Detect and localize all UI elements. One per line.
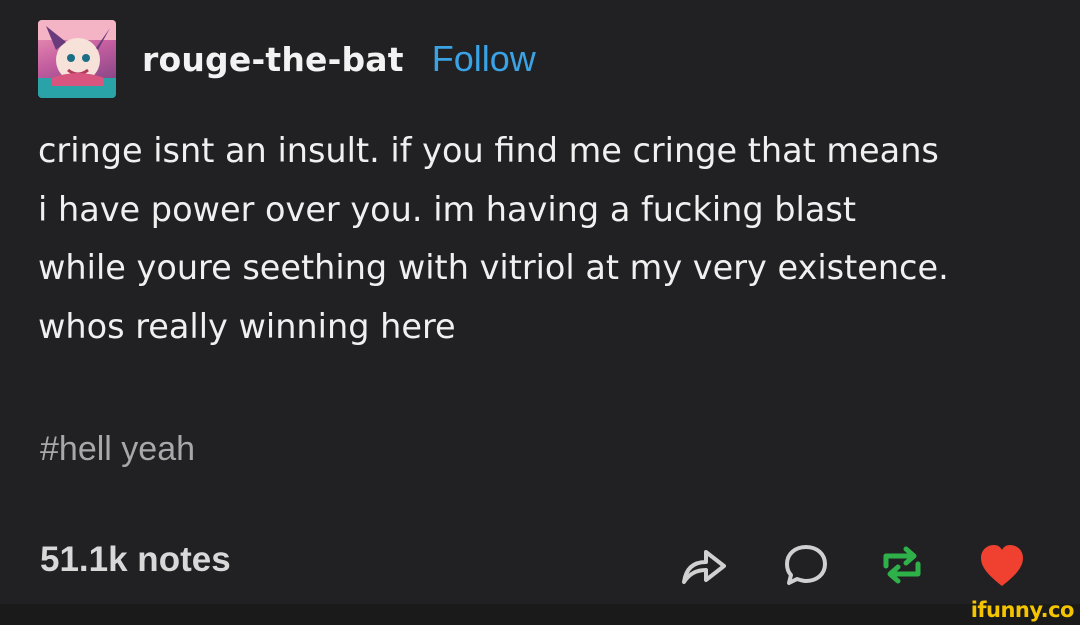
- body-line: while youre seething with vitriol at my …: [38, 248, 949, 287]
- like-heart-icon: [981, 545, 1023, 586]
- reply-button[interactable]: [780, 540, 832, 590]
- watermark-logo: ifunny.co: [970, 598, 1075, 622]
- bottom-bar: [0, 604, 1080, 625]
- avatar[interactable]: [38, 20, 116, 98]
- body-line: cringe isnt an insult. if you find me cr…: [38, 131, 939, 170]
- post-tag[interactable]: #hell yeah: [40, 430, 195, 469]
- notes-count[interactable]: 51.1k notes: [40, 540, 231, 580]
- share-button[interactable]: [678, 540, 730, 590]
- post-body: cringe isnt an insult. if you find me cr…: [38, 122, 1058, 356]
- reblog-icon: [883, 546, 921, 584]
- reblog-button[interactable]: [876, 540, 928, 590]
- post-card: rouge-the-bat Follow cringe isnt an insu…: [0, 0, 1080, 604]
- reply-icon: [785, 545, 827, 585]
- username[interactable]: rouge-the-bat: [142, 40, 404, 79]
- body-line: whos really winning here: [38, 306, 456, 346]
- body-line: i have power over you. im having a fucki…: [38, 189, 856, 229]
- follow-button[interactable]: Follow: [432, 38, 536, 80]
- like-button[interactable]: [976, 540, 1028, 590]
- post-header: rouge-the-bat Follow: [38, 20, 536, 98]
- share-icon: [682, 550, 726, 584]
